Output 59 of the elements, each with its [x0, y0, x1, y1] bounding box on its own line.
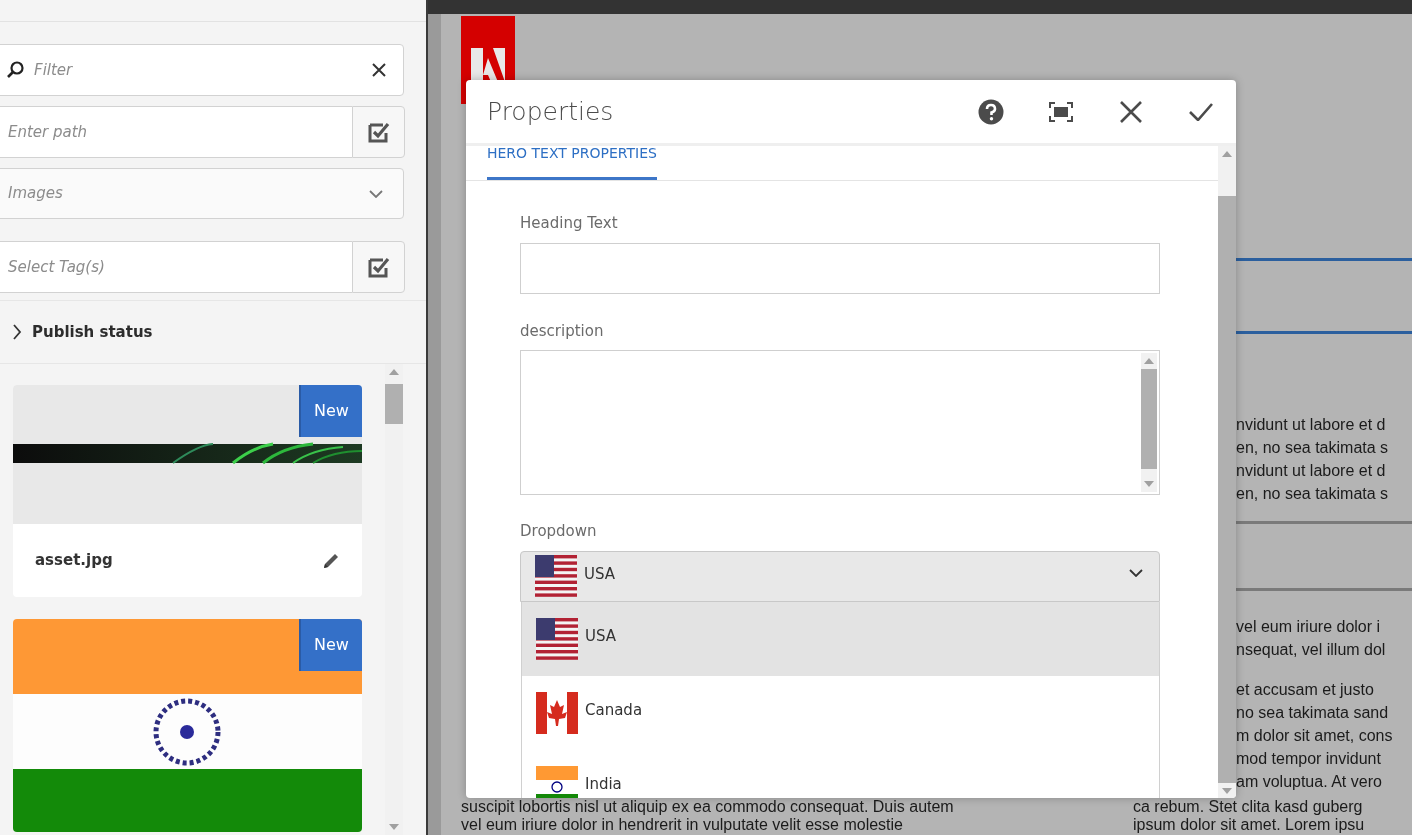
scroll-down-icon[interactable] [1144, 481, 1154, 487]
tab[interactable]: HERO TEXT PROPERTIES [487, 146, 657, 180]
flag-icon [536, 691, 578, 734]
text-line: am voluptua. At vero [1236, 772, 1383, 792]
clear-icon[interactable] [371, 62, 387, 78]
checkbox-icon [367, 121, 390, 143]
asset-card[interactable]: New [13, 619, 362, 832]
text-line: vel eum iriure dolor i [1236, 617, 1382, 637]
text-area[interactable] [520, 350, 1160, 495]
text-line: ipsum dolor sit amet. Lorem ipsu [1133, 816, 1365, 834]
flag-icon [536, 765, 578, 798]
flag-icon [536, 617, 578, 660]
chevron-down-icon [1129, 568, 1143, 577]
scrollbar[interactable] [1141, 353, 1157, 492]
scroll-down-icon[interactable] [1222, 788, 1232, 794]
text-line: m dolor sit amet, cons [1236, 726, 1394, 746]
select-button[interactable] [352, 241, 405, 293]
scrollbar-thumb[interactable] [1141, 369, 1157, 469]
scroll-down-icon[interactable] [389, 824, 399, 830]
dropdown-option[interactable]: USA [522, 601, 1159, 676]
scrollbar-thumb[interactable] [385, 384, 403, 424]
text-line: nvidunt ut labore et d [1236, 415, 1387, 435]
field-label: Heading Text [520, 213, 618, 234]
flag-icon [535, 554, 577, 597]
path-field[interactable]: Enter path [0, 106, 352, 158]
check-icon [1189, 102, 1213, 121]
text-line: en, no sea takimata s [1236, 438, 1390, 458]
text-line: suscipit lobortis nisl ut aliquip ex ea commodo consequat. Duis autem [461, 798, 955, 816]
help-icon [978, 98, 1004, 125]
text-line: ca rebum. Stet clita kasd guberg [1133, 798, 1364, 816]
tags-field[interactable]: Select Tag(s) [0, 241, 352, 293]
field-label: Dropdown [520, 521, 597, 542]
text-line: en, no sea takimata s [1236, 484, 1390, 504]
text-line: nvidunt ut labore et d [1236, 461, 1387, 481]
field-label: description [520, 320, 604, 342]
scroll-up-icon[interactable] [1144, 358, 1154, 364]
pencil-icon[interactable] [322, 551, 340, 570]
text-line: vel eum iriure dolor in hendrerit in vulputate velit esse molestie [461, 816, 904, 834]
chevron-down-icon [369, 189, 383, 198]
close-icon [1120, 100, 1142, 123]
dialog-title: Properties [487, 95, 615, 128]
text-field[interactable] [520, 242, 1160, 294]
publish-status-toggle[interactable]: Publish status [0, 300, 426, 364]
asset-card[interactable]: New asset.jpg [13, 385, 362, 597]
search-icon [6, 61, 24, 79]
dropdown-select[interactable]: USA [520, 550, 1160, 602]
status-badge: New [299, 619, 362, 671]
filter-field[interactable]: Filter [0, 44, 404, 96]
text-line: et accusam et justo [1236, 680, 1375, 700]
text-line: no sea takimata sand [1236, 703, 1390, 723]
text-line: mod tempor invidunt [1236, 749, 1382, 769]
status-badge: New [299, 385, 362, 437]
select-button[interactable] [352, 106, 405, 158]
scroll-up-icon[interactable] [389, 369, 399, 375]
text-line: nsequat, vel illum dol [1236, 640, 1387, 660]
asset-name: asset.jpg [35, 550, 113, 572]
scroll-up-icon[interactable] [1222, 151, 1232, 157]
checkbox-icon [367, 256, 390, 278]
fullscreen-icon [1049, 101, 1073, 122]
